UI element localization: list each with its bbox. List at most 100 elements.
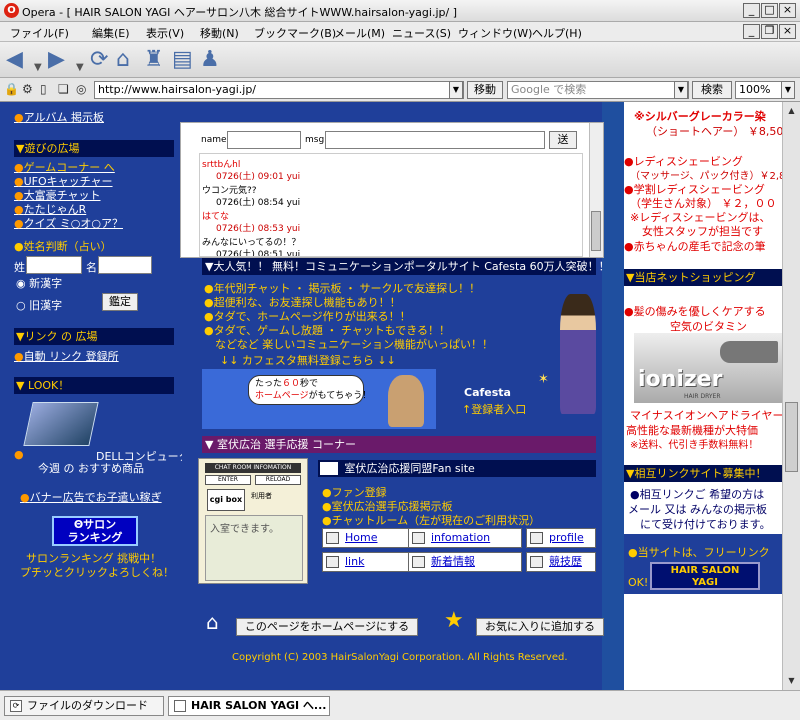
menu-file[interactable]: ファイル(F) (10, 25, 69, 41)
minimize-button[interactable]: _ (743, 3, 760, 18)
chat-scrollbar[interactable] (589, 123, 603, 257)
fan-chat-link[interactable]: ●チャットルーム（左が現在のご利用状況） (322, 512, 540, 528)
salon-logo-banner[interactable]: HAIR SALON YAGI (650, 562, 760, 590)
page-scrollbar[interactable]: ▲ ▼ (782, 102, 800, 690)
go-button[interactable]: 移動 (467, 81, 503, 99)
enter-button[interactable]: ENTER (205, 475, 251, 485)
cafesta-register-link[interactable]: ↓↓ カフェスタ無料登録こちら ↓↓ (220, 352, 396, 368)
judge-button[interactable]: 鑑定 (102, 293, 138, 311)
salon-ranking-button[interactable]: Θサロン ランキング (52, 516, 138, 546)
page-tab[interactable]: HAIR SALON YAGI へ... (168, 696, 330, 716)
menu-help[interactable]: ヘルプ(H) (532, 25, 582, 41)
settings-icon[interactable]: ⚙ (22, 82, 33, 96)
hotlist-icon[interactable]: ♜ (144, 48, 164, 72)
home-icon[interactable]: ⌂ (116, 48, 130, 72)
search-button[interactable]: 検索 (692, 81, 732, 99)
chat-msg-input[interactable] (325, 131, 545, 149)
kanji-new-radio[interactable]: ◉ 新漢字 (16, 275, 62, 291)
menu-mail[interactable]: メール(M) (334, 25, 385, 41)
nav-profile[interactable]: profile (526, 528, 596, 548)
doc-close-button[interactable]: × (779, 24, 796, 39)
reload-button[interactable]: RELOAD (255, 475, 301, 485)
window-title: Opera - [ HAIR SALON YAGI ヘアーサロン八木 総合サイト… (22, 6, 457, 19)
baby-brush-link[interactable]: ●赤ちゃんの産毛で記念の筆 (624, 238, 766, 254)
speech-bubble: たった６０秒で ホームページがもてちゃう！ (248, 375, 371, 405)
chat-name-input[interactable] (227, 131, 301, 149)
free-link-text: ●当サイトは、フリーリンク (628, 546, 770, 559)
status-bar: ⟳ ファイルのダウンロード HAIR SALON YAGI へ... (0, 690, 800, 720)
fan-site-title: ■ 室伏広治応援同盟Fan site (318, 460, 596, 477)
quiz-link[interactable]: ●クイズ ミ○オ○ア？ (14, 215, 123, 231)
chat-meta: 0726(土) 08:54 yui (216, 198, 301, 208)
banner-ad-link[interactable]: ●バナー広告でお子遣い稼ぎ (20, 489, 162, 505)
page-icon[interactable]: ▯ (40, 82, 47, 96)
download-tab[interactable]: ⟳ ファイルのダウンロード (4, 696, 164, 716)
nav-link[interactable]: link (322, 552, 422, 572)
room-status-text: 入室できます。 (205, 515, 303, 581)
menu-news[interactable]: ニュース(S) (392, 25, 451, 41)
close-button[interactable]: × (779, 3, 796, 18)
doc-minimize-button[interactable]: _ (743, 24, 760, 39)
note-text-2: 女性スタッフが担当です (642, 225, 763, 238)
album-link[interactable]: ●アルバム 掲示板 (14, 109, 104, 125)
dryer-icon (720, 341, 778, 363)
menu-view[interactable]: 表示(V) (146, 25, 184, 41)
back-icon[interactable]: ◀ (6, 48, 23, 72)
scroll-up-icon[interactable]: ▲ (785, 104, 798, 117)
set-homepage-button[interactable]: このページをホームページにする (236, 618, 418, 636)
mei-input[interactable] (98, 256, 152, 274)
zoom-dropdown-button[interactable]: ▼ (781, 81, 795, 99)
chat-scroll-thumb[interactable] (591, 211, 601, 251)
left-column: ●アルバム 掲示板 ▼遊びの広場 ●ゲームコーナー へ ●UFOキャッチャー ●… (0, 102, 190, 690)
nav-news[interactable]: 新着情報 (408, 552, 522, 572)
person-icon (388, 375, 424, 427)
print-icon[interactable]: ▤ (172, 48, 193, 72)
sei-input[interactable] (26, 256, 82, 274)
forward-dropdown-icon[interactable]: ▼ (76, 56, 84, 80)
add-favorites-button[interactable]: お気に入りに追加する (476, 618, 604, 636)
bullet-icon: ● (14, 448, 24, 461)
reload-icon[interactable]: ⟳ (90, 48, 108, 72)
cafesta-ad-image[interactable]: たった６０秒で ホームページがもてちゃう！ (202, 369, 436, 429)
free-link-box: ●当サイトは、フリーリンク OK! HAIR SALON YAGI (624, 534, 782, 594)
cgi-box-logo: cgi box (207, 489, 245, 511)
forward-icon[interactable]: ▶ (48, 48, 65, 72)
care-text-2: 空気のビタミン (670, 320, 747, 333)
dell-sub-link[interactable]: 今週 の おすすめ商品 (38, 460, 144, 476)
copyright-text: Copyright (C) 2003 HairSalonYagi Corpora… (232, 652, 568, 663)
nav-home[interactable]: Home (322, 528, 422, 548)
url-dropdown-button[interactable]: ▼ (449, 81, 463, 99)
page-scroll-thumb[interactable] (785, 402, 798, 472)
ionizer-logo: ionizer (638, 367, 723, 392)
kanji-old-radio[interactable]: ○ 旧漢字 (16, 297, 62, 313)
url-input[interactable]: http://www.hairsalon-yagi.jp/ (94, 81, 464, 99)
cafesta-banner: ▼大人気！！ 無料！コミュニケーションポータルサイト Cafesta 60万人突… (202, 258, 610, 275)
menu-bookmarks[interactable]: ブックマーク(B) (254, 25, 336, 41)
lock-icon[interactable]: 🔒 (4, 82, 19, 96)
nav-career[interactable]: 競技歴 (526, 552, 596, 572)
auto-link-link[interactable]: ●自動 リンク 登録所 (14, 348, 119, 364)
menu-window[interactable]: ウィンドウ(W) (458, 25, 532, 41)
mutual-text-1: ●相互リンクご 希望の方は (630, 488, 765, 501)
user-icon[interactable]: ♟ (200, 48, 220, 72)
maximize-button[interactable]: □ (761, 3, 778, 18)
nav-information[interactable]: infomation (408, 528, 522, 548)
chat-meta: 0726(土) 09:01 yui (216, 172, 301, 182)
hair-dryer-label: HAIR DRYER (684, 393, 721, 400)
mei-label: 名 (86, 261, 97, 274)
menu-go[interactable]: 移動(N) (200, 25, 239, 41)
scroll-down-icon[interactable]: ▼ (785, 674, 798, 687)
chat-log: srttbんhl 0726(土) 09:01 yui ウコン元気?? 0726(… (199, 153, 583, 257)
search-dropdown-button[interactable]: ▼ (674, 81, 688, 99)
sei-label: 姓 (14, 261, 25, 274)
doc-restore-button[interactable]: ❐ (761, 24, 778, 39)
chat-send-button[interactable]: 送 (549, 131, 577, 149)
back-dropdown-icon[interactable]: ▼ (34, 56, 42, 80)
laptop-image[interactable] (23, 402, 99, 446)
ionizer-image[interactable]: ionizer HAIR DRYER (634, 333, 782, 403)
search-input[interactable]: Google で検索 (507, 81, 689, 99)
pencil-icon (412, 556, 425, 568)
copy-icon[interactable]: ❏ (58, 82, 69, 96)
menu-edit[interactable]: 編集(E) (92, 25, 130, 41)
cafesta-entry-link[interactable]: ↑登録者入口 (462, 401, 526, 417)
